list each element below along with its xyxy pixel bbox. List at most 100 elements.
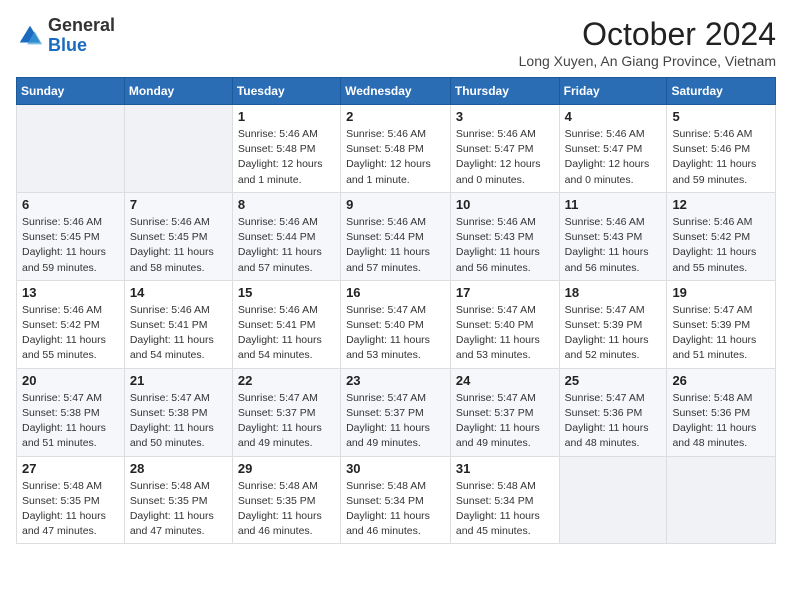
logo: General Blue [16,16,115,56]
logo-general: General [48,15,115,35]
calendar-cell: 29 Sunrise: 5:48 AM Sunset: 5:35 PM Dayli… [232,456,340,544]
calendar-cell: 2 Sunrise: 5:46 AM Sunset: 5:48 PM Daylig… [341,105,451,193]
day-number: 27 [22,461,119,476]
day-info: Sunrise: 5:46 AM Sunset: 5:47 PM Dayligh… [456,127,554,188]
day-info: Sunrise: 5:46 AM Sunset: 5:48 PM Dayligh… [346,127,445,188]
day-info: Sunrise: 5:48 AM Sunset: 5:35 PM Dayligh… [130,479,227,540]
calendar-cell: 17 Sunrise: 5:47 AM Sunset: 5:40 PM Dayli… [450,280,559,368]
calendar-cell: 13 Sunrise: 5:46 AM Sunset: 5:42 PM Dayli… [17,280,125,368]
day-info: Sunrise: 5:46 AM Sunset: 5:44 PM Dayligh… [346,215,445,276]
location-subtitle: Long Xuyen, An Giang Province, Vietnam [519,53,776,69]
day-info: Sunrise: 5:47 AM Sunset: 5:37 PM Dayligh… [238,391,335,452]
day-info: Sunrise: 5:47 AM Sunset: 5:38 PM Dayligh… [22,391,119,452]
weekday-header: Monday [124,78,232,105]
day-number: 10 [456,197,554,212]
calendar-week-row: 6 Sunrise: 5:46 AM Sunset: 5:45 PM Daylig… [17,192,776,280]
day-info: Sunrise: 5:47 AM Sunset: 5:39 PM Dayligh… [565,303,662,364]
calendar-cell: 31Sunrise: 5:48 AM Sunset: 5:34 PM Dayli… [450,456,559,544]
weekday-header: Friday [559,78,667,105]
calendar-cell: 21Sunrise: 5:47 AM Sunset: 5:38 PM Dayli… [124,368,232,456]
calendar-cell: 4 Sunrise: 5:46 AM Sunset: 5:47 PM Daylig… [559,105,667,193]
day-info: Sunrise: 5:47 AM Sunset: 5:39 PM Dayligh… [672,303,770,364]
calendar-week-row: 27 Sunrise: 5:48 AM Sunset: 5:35 PM Dayli… [17,456,776,544]
day-info: Sunrise: 5:46 AM Sunset: 5:41 PM Dayligh… [130,303,227,364]
day-info: Sunrise: 5:46 AM Sunset: 5:42 PM Dayligh… [22,303,119,364]
day-number: 30 [346,461,445,476]
weekday-header: Tuesday [232,78,340,105]
day-info: Sunrise: 5:46 AM Sunset: 5:47 PM Dayligh… [565,127,662,188]
day-info: Sunrise: 5:48 AM Sunset: 5:35 PM Dayligh… [238,479,335,540]
day-number: 19 [672,285,770,300]
calendar-week-row: 13 Sunrise: 5:46 AM Sunset: 5:42 PM Dayli… [17,280,776,368]
day-number: 12 [672,197,770,212]
calendar-cell: 7Sunrise: 5:46 AM Sunset: 5:45 PM Daylig… [124,192,232,280]
day-number: 21 [130,373,227,388]
calendar-week-row: 20 Sunrise: 5:47 AM Sunset: 5:38 PM Dayli… [17,368,776,456]
day-number: 1 [238,109,335,124]
calendar-cell: 22 Sunrise: 5:47 AM Sunset: 5:37 PM Dayli… [232,368,340,456]
day-info: Sunrise: 5:46 AM Sunset: 5:45 PM Dayligh… [22,215,119,276]
calendar-table: SundayMondayTuesdayWednesdayThursdayFrid… [16,77,776,544]
day-number: 2 [346,109,445,124]
day-info: Sunrise: 5:48 AM Sunset: 5:34 PM Dayligh… [346,479,445,540]
calendar-cell: 24Sunrise: 5:47 AM Sunset: 5:37 PM Dayli… [450,368,559,456]
calendar-cell: 20 Sunrise: 5:47 AM Sunset: 5:38 PM Dayli… [17,368,125,456]
day-number: 9 [346,197,445,212]
day-info: Sunrise: 5:46 AM Sunset: 5:45 PM Dayligh… [130,215,227,276]
day-number: 16 [346,285,445,300]
calendar-cell: 9 Sunrise: 5:46 AM Sunset: 5:44 PM Daylig… [341,192,451,280]
weekday-header: Sunday [17,78,125,105]
calendar-cell: 5Sunrise: 5:46 AM Sunset: 5:46 PM Daylig… [667,105,776,193]
day-number: 20 [22,373,119,388]
calendar-cell: 15 Sunrise: 5:46 AM Sunset: 5:41 PM Dayli… [232,280,340,368]
calendar-cell: 16 Sunrise: 5:47 AM Sunset: 5:40 PM Dayli… [341,280,451,368]
day-number: 5 [672,109,770,124]
day-info: Sunrise: 5:46 AM Sunset: 5:43 PM Dayligh… [565,215,662,276]
day-number: 13 [22,285,119,300]
day-info: Sunrise: 5:47 AM Sunset: 5:36 PM Dayligh… [565,391,662,452]
day-info: Sunrise: 5:47 AM Sunset: 5:37 PM Dayligh… [456,391,554,452]
day-number: 8 [238,197,335,212]
calendar-cell [667,456,776,544]
month-title: October 2024 [519,16,776,53]
day-info: Sunrise: 5:46 AM Sunset: 5:42 PM Dayligh… [672,215,770,276]
day-info: Sunrise: 5:47 AM Sunset: 5:40 PM Dayligh… [346,303,445,364]
calendar-cell: 8 Sunrise: 5:46 AM Sunset: 5:44 PM Daylig… [232,192,340,280]
day-number: 23 [346,373,445,388]
calendar-cell: 30 Sunrise: 5:48 AM Sunset: 5:34 PM Dayli… [341,456,451,544]
weekday-header: Wednesday [341,78,451,105]
title-area: October 2024 Long Xuyen, An Giang Provin… [519,16,776,69]
day-number: 17 [456,285,554,300]
day-number: 31 [456,461,554,476]
calendar-cell: 1 Sunrise: 5:46 AM Sunset: 5:48 PM Daylig… [232,105,340,193]
day-number: 26 [672,373,770,388]
day-number: 3 [456,109,554,124]
day-info: Sunrise: 5:46 AM Sunset: 5:41 PM Dayligh… [238,303,335,364]
logo-blue: Blue [48,35,87,55]
logo-text: General Blue [48,16,115,56]
weekday-header: Thursday [450,78,559,105]
day-info: Sunrise: 5:47 AM Sunset: 5:40 PM Dayligh… [456,303,554,364]
day-number: 22 [238,373,335,388]
calendar-cell: 19 Sunrise: 5:47 AM Sunset: 5:39 PM Dayli… [667,280,776,368]
calendar-cell: 12 Sunrise: 5:46 AM Sunset: 5:42 PM Dayli… [667,192,776,280]
day-number: 4 [565,109,662,124]
calendar-cell [124,105,232,193]
day-number: 18 [565,285,662,300]
day-info: Sunrise: 5:48 AM Sunset: 5:35 PM Dayligh… [22,479,119,540]
calendar-cell: 27 Sunrise: 5:48 AM Sunset: 5:35 PM Dayli… [17,456,125,544]
day-info: Sunrise: 5:46 AM Sunset: 5:44 PM Dayligh… [238,215,335,276]
calendar-week-row: 1 Sunrise: 5:46 AM Sunset: 5:48 PM Daylig… [17,105,776,193]
header: General Blue October 2024 Long Xuyen, An… [16,16,776,69]
day-info: Sunrise: 5:46 AM Sunset: 5:48 PM Dayligh… [238,127,335,188]
calendar-cell: 14Sunrise: 5:46 AM Sunset: 5:41 PM Dayli… [124,280,232,368]
day-number: 29 [238,461,335,476]
calendar-cell: 28Sunrise: 5:48 AM Sunset: 5:35 PM Dayli… [124,456,232,544]
day-number: 25 [565,373,662,388]
day-number: 15 [238,285,335,300]
day-info: Sunrise: 5:46 AM Sunset: 5:43 PM Dayligh… [456,215,554,276]
calendar-cell: 26 Sunrise: 5:48 AM Sunset: 5:36 PM Dayli… [667,368,776,456]
day-info: Sunrise: 5:48 AM Sunset: 5:36 PM Dayligh… [672,391,770,452]
calendar-cell: 10 Sunrise: 5:46 AM Sunset: 5:43 PM Dayli… [450,192,559,280]
day-number: 6 [22,197,119,212]
